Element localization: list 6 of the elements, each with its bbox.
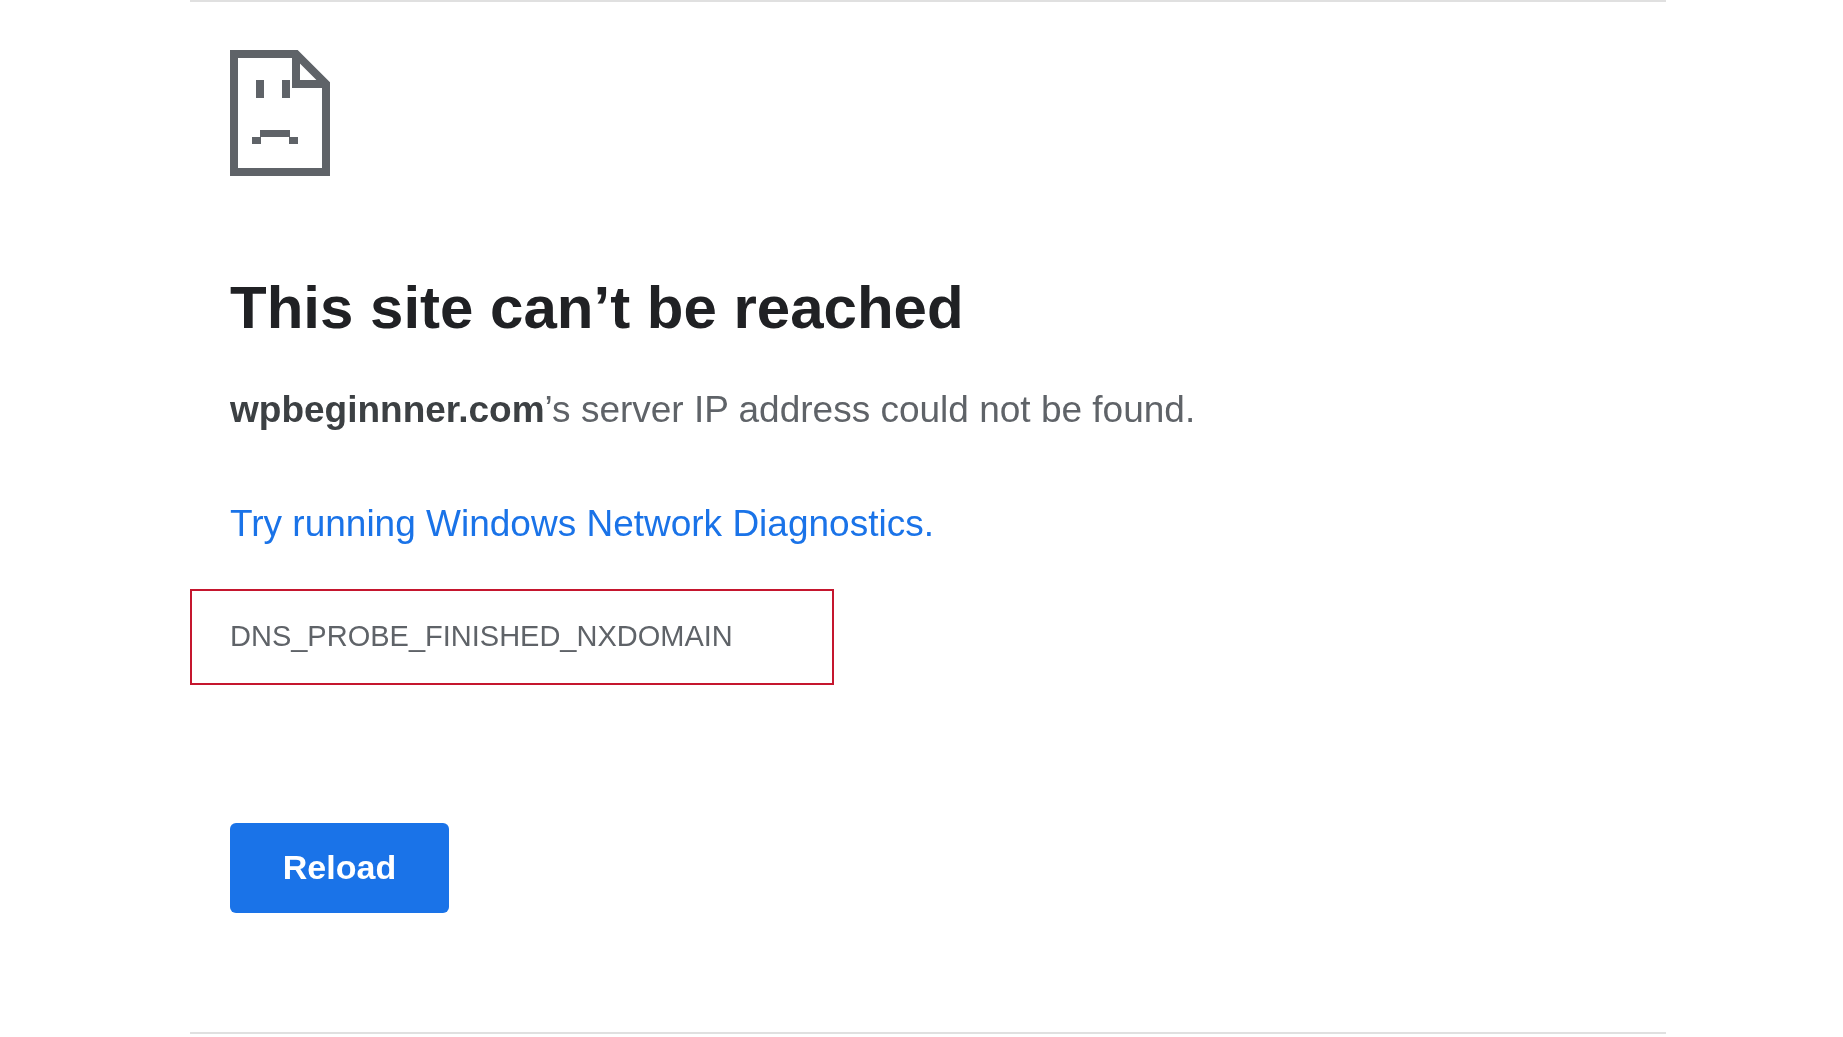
error-heading: This site can’t be reached (230, 273, 964, 343)
error-message: wpbeginnner.com’s server IP address could not be found. (230, 388, 1196, 432)
sad-page-icon (230, 50, 330, 176)
reload-button[interactable]: Reload (230, 822, 449, 913)
diagnostics-link[interactable]: Try running Windows Network Diagnostics. (230, 502, 934, 547)
error-code: DNS_PROBE_FINISHED_NXDOMAIN (230, 620, 733, 654)
